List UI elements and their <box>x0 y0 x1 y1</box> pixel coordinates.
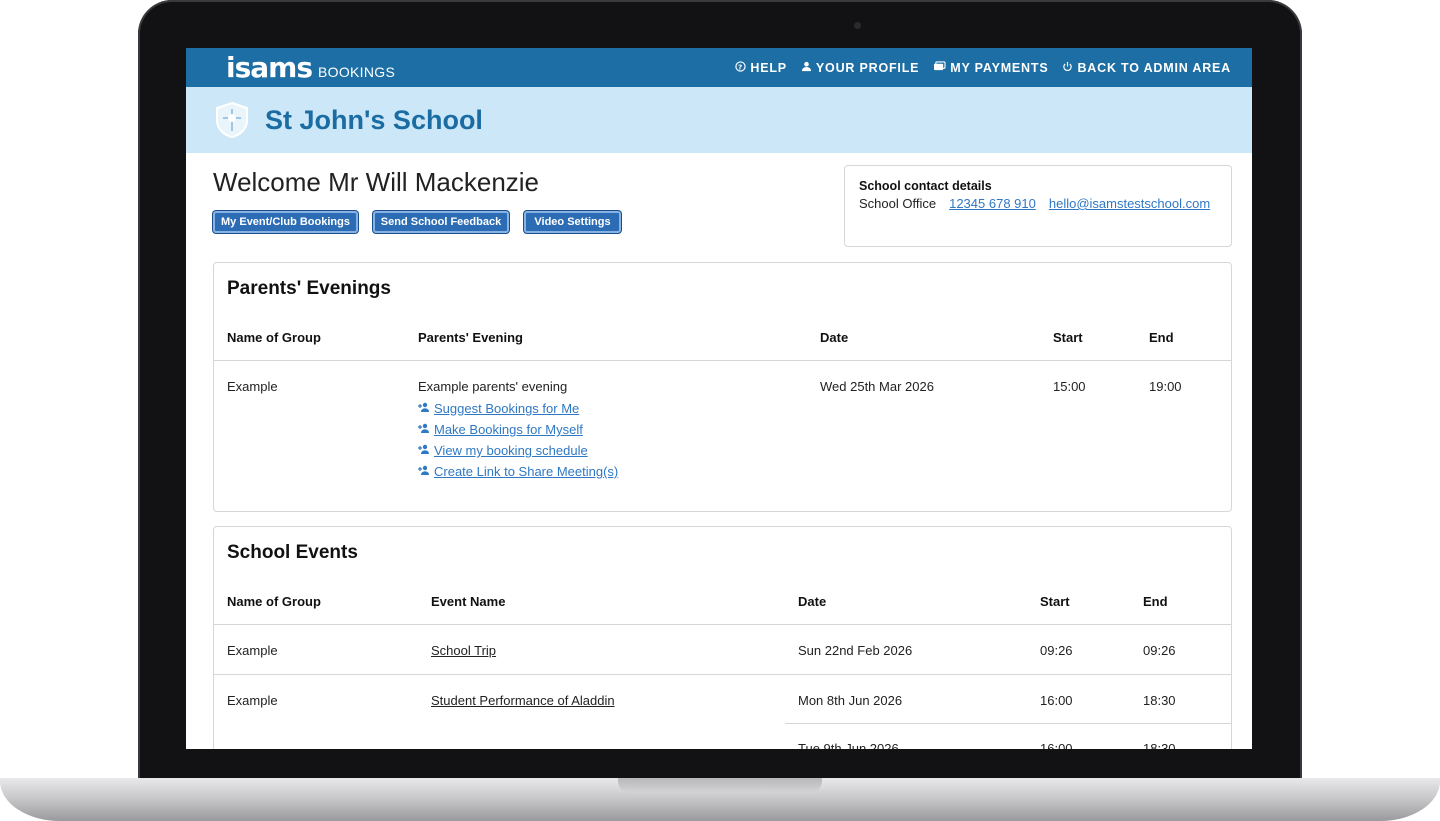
event-row-1-group: Example <box>227 643 278 658</box>
event-row-1-name-link[interactable]: School Trip <box>431 643 496 658</box>
contact-title: School contact details <box>859 179 992 193</box>
camera-icon <box>854 22 861 29</box>
column-header-start: Start <box>1053 330 1083 345</box>
parents-evenings-card: Parents' Evenings Name of Group Parents'… <box>213 262 1232 512</box>
suggest-bookings-label: Suggest Bookings for Me <box>434 401 580 416</box>
contact-phone-link[interactable]: 12345 678 910 <box>949 196 1036 211</box>
user-icon <box>801 61 812 75</box>
school-events-card: School Events Name of Group Event Name D… <box>213 526 1232 749</box>
school-events-title: School Events <box>227 542 358 563</box>
your-profile-label: YOUR PROFILE <box>815 60 920 75</box>
column-header-group: Name of Group <box>227 594 321 609</box>
my-payments-label: MY PAYMENTS <box>950 60 1049 75</box>
view-booking-schedule-link[interactable]: View my booking schedule <box>418 443 618 458</box>
contact-email-link[interactable]: hello@isamstestschool.com <box>1049 196 1210 211</box>
event-row-1-start: 09:26 <box>1040 643 1073 658</box>
row-divider <box>214 674 1231 675</box>
top-navigation-bar: isams BOOKINGS ? HELP YOUR PROFILE MY PA… <box>186 48 1252 87</box>
svg-text:?: ? <box>738 62 743 71</box>
event-row-1-date: Sun 22nd Feb 2026 <box>798 643 913 658</box>
event-row-2-start: 16:00 <box>1040 693 1073 708</box>
event-row-2-group: Example <box>227 693 278 708</box>
column-header-end: End <box>1143 594 1168 609</box>
column-header-date: Date <box>798 594 827 609</box>
add-people-icon <box>418 465 430 478</box>
column-header-date: Date <box>820 330 849 345</box>
row-start: 15:00 <box>1053 379 1086 394</box>
event-row-1-end: 09:26 <box>1143 643 1176 658</box>
column-header-event-name: Event Name <box>431 594 506 609</box>
parents-evening-actions: Suggest Bookings for Me Make Bookings fo… <box>418 401 618 479</box>
welcome-title: Welcome Mr Will Mackenzie <box>213 167 540 197</box>
suggest-bookings-link[interactable]: Suggest Bookings for Me <box>418 401 618 416</box>
isams-logo[interactable]: isams BOOKINGS <box>226 50 396 84</box>
school-name: St John's School <box>265 104 483 135</box>
send-school-feedback-button[interactable]: Send School Feedback <box>373 211 509 233</box>
browser-screen: isams BOOKINGS ? HELP YOUR PROFILE MY PA… <box>186 48 1252 749</box>
video-settings-button[interactable]: Video Settings <box>524 211 621 233</box>
school-banner: St John's School <box>186 87 1252 153</box>
header-divider <box>214 624 1231 625</box>
welcome-section: Welcome Mr Will Mackenzie My Event/Club … <box>186 153 1252 261</box>
contact-line: School Office 12345 678 910 hello@isamst… <box>859 196 1217 211</box>
row-divider <box>785 723 1231 724</box>
event-row-2-name-link[interactable]: Student Performance of Aladdin <box>431 693 615 708</box>
your-profile-link[interactable]: YOUR PROFILE <box>801 61 919 75</box>
event-row-3-start: 16:00 <box>1040 741 1073 749</box>
view-booking-schedule-label: View my booking schedule <box>434 443 588 458</box>
add-people-icon <box>418 444 430 457</box>
event-row-2-end: 18:30 <box>1143 693 1176 708</box>
column-header-end: End <box>1149 330 1174 345</box>
make-bookings-link[interactable]: Make Bookings for Myself <box>418 422 618 437</box>
header-nav: ? HELP YOUR PROFILE MY PAYMENTS BACK TO … <box>735 61 1231 75</box>
brand-subtitle: BOOKINGS <box>318 63 396 80</box>
help-label: HELP <box>750 60 787 75</box>
back-to-admin-label: BACK TO ADMIN AREA <box>1077 60 1231 75</box>
school-contact-box: School contact details School Office 123… <box>844 165 1232 247</box>
create-share-link-label: Create Link to Share Meeting(s) <box>434 464 619 479</box>
add-people-icon <box>418 423 430 436</box>
make-bookings-label: Make Bookings for Myself <box>434 422 583 437</box>
event-row-3-end: 18:30 <box>1143 741 1176 749</box>
event-row-2-date: Mon 8th Jun 2026 <box>798 693 903 708</box>
header-divider <box>214 360 1231 361</box>
help-icon: ? <box>735 60 747 75</box>
contact-label: School Office <box>859 196 937 211</box>
back-to-admin-link[interactable]: BACK TO ADMIN AREA <box>1062 61 1231 75</box>
my-payments-link[interactable]: MY PAYMENTS <box>933 61 1048 75</box>
brand-name: isams <box>226 50 313 84</box>
laptop-notch <box>618 778 822 793</box>
help-link[interactable]: ? HELP <box>735 61 787 75</box>
row-end: 19:00 <box>1149 379 1182 394</box>
my-event-club-bookings-button[interactable]: My Event/Club Bookings <box>213 211 358 233</box>
add-people-icon <box>418 402 430 415</box>
column-header-group: Name of Group <box>227 330 321 345</box>
create-share-link-link[interactable]: Create Link to Share Meeting(s) <box>418 464 618 479</box>
row-date: Wed 25th Mar 2026 <box>820 379 934 394</box>
row-evening-name: Example parents' evening <box>418 379 568 394</box>
parents-evenings-title: Parents' Evenings <box>227 278 391 299</box>
power-icon <box>1062 61 1073 75</box>
event-row-3-date: Tue 9th Jun 2026 <box>798 741 899 749</box>
row-group: Example <box>227 379 278 394</box>
payments-icon <box>933 60 946 75</box>
column-header-parents-evening: Parents' Evening <box>418 330 523 345</box>
column-header-start: Start <box>1040 594 1070 609</box>
school-crest-icon <box>214 101 250 139</box>
